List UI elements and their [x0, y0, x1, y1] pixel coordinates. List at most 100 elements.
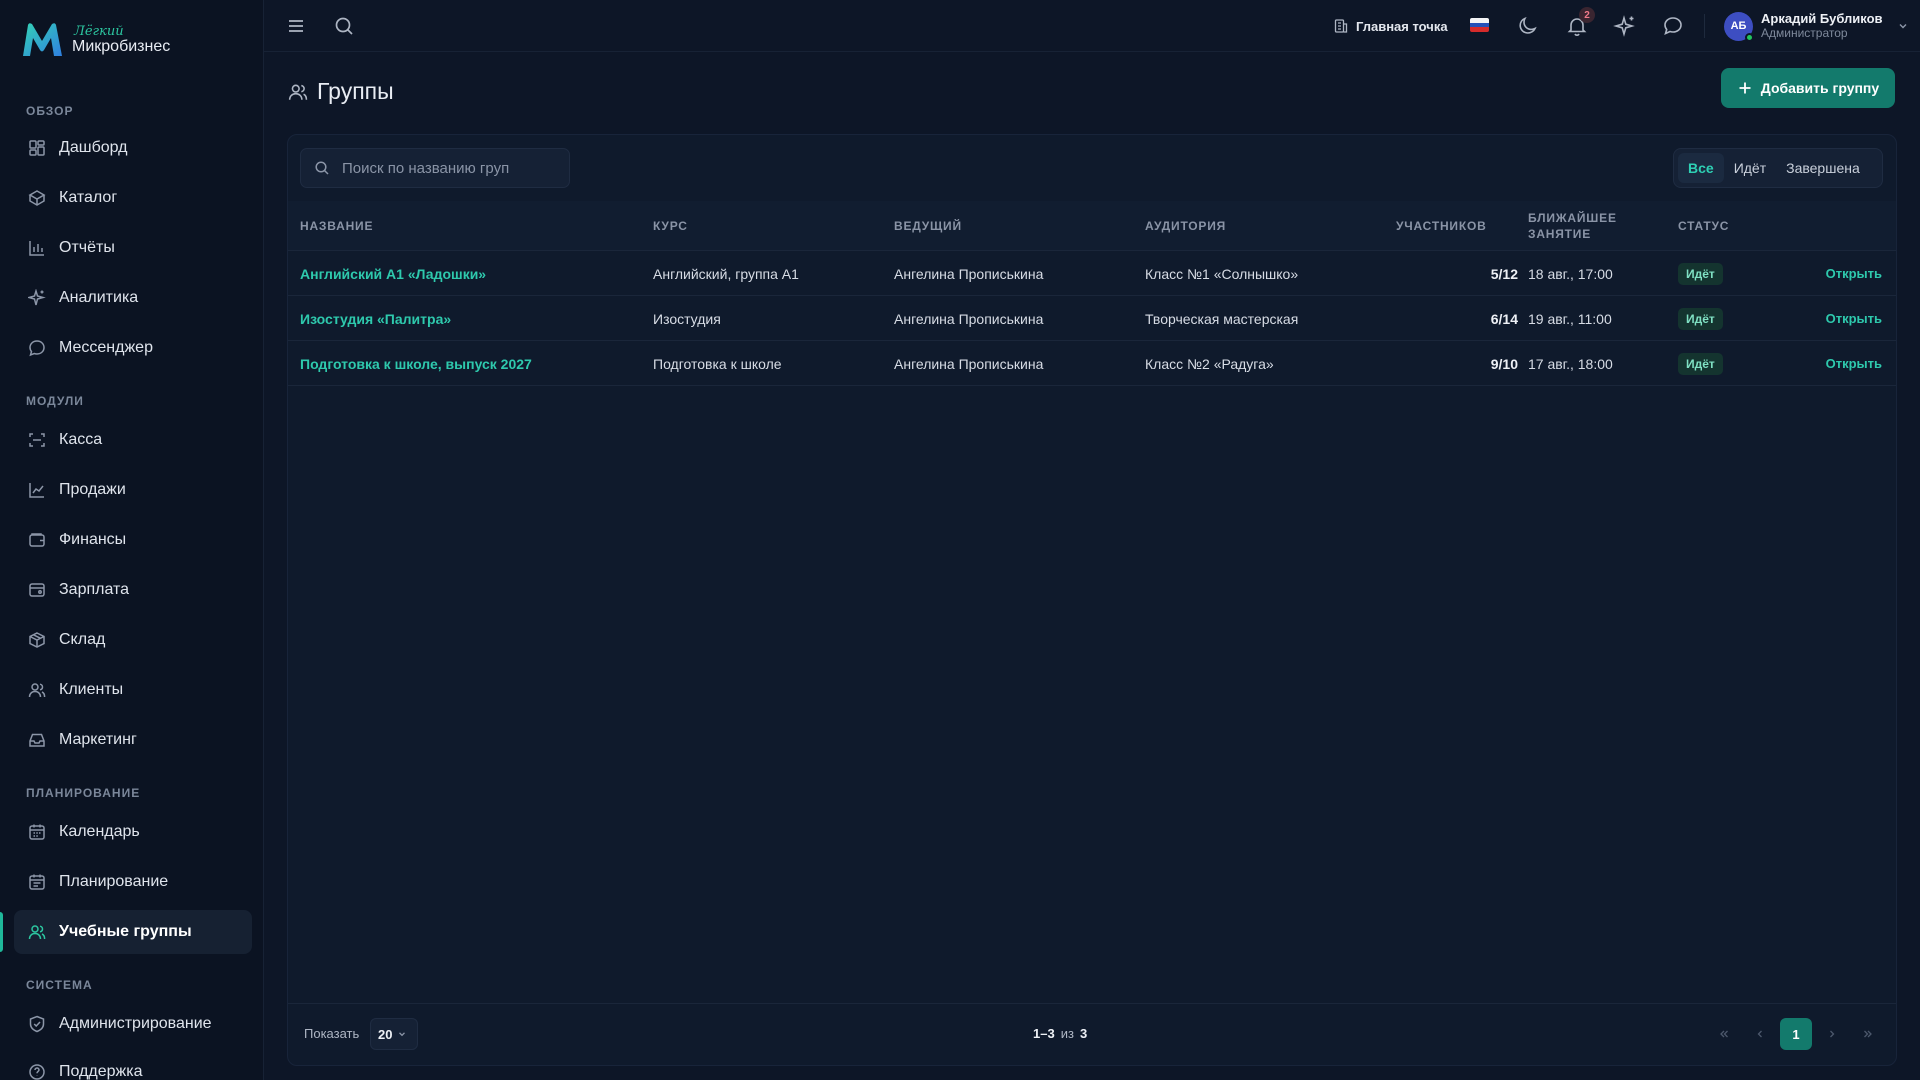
sidebar-item-finance[interactable]: Финансы — [14, 518, 252, 562]
sidebar-item-warehouse[interactable]: Склад — [14, 618, 252, 662]
filter-in-progress[interactable]: Идёт — [1724, 153, 1776, 183]
catalog-icon — [28, 190, 46, 206]
last-page-button[interactable] — [1852, 1018, 1884, 1050]
first-page-button[interactable] — [1708, 1018, 1740, 1050]
search-input[interactable] — [342, 159, 562, 177]
chevrons-right-icon — [1864, 1030, 1872, 1038]
location-selector[interactable]: Главная точка — [1333, 16, 1448, 36]
chevrons-left-icon — [1720, 1030, 1728, 1038]
group-participants: 5/12 — [1490, 265, 1518, 282]
shield-icon — [29, 1015, 45, 1033]
filter-finished[interactable]: Завершена — [1776, 153, 1870, 183]
group-name-link[interactable]: Английский А1 «Ладошки» — [300, 251, 486, 296]
sidebar-item-label: Клиенты — [59, 681, 124, 698]
group-teacher: Ангелина Прописькина — [894, 310, 1044, 327]
box-icon — [29, 632, 45, 648]
column-header-next-lesson[interactable]: БЛИЖАЙШЕЕ ЗАНЯТИЕ — [1528, 201, 1617, 251]
avatar-initials: АБ — [1730, 20, 1747, 32]
sidebar-item-support[interactable]: Поддержка — [14, 1050, 252, 1080]
user-menu[interactable]: АБ Аркадий Бубликов Администратор — [1724, 10, 1909, 42]
filter-all[interactable]: Все — [1678, 153, 1724, 183]
chevron-left-icon — [1757, 1030, 1762, 1038]
status-badge: Идёт — [1678, 307, 1723, 330]
chat-icon — [29, 340, 45, 357]
group-next-lesson: 19 авг., 11:00 — [1528, 310, 1612, 327]
sidebar-item-clients[interactable]: Клиенты — [14, 668, 252, 712]
status-cell: Идёт — [1678, 341, 1723, 386]
sidebar-item-messenger[interactable]: Мессенджер — [14, 326, 252, 370]
page-button-current[interactable]: 1 — [1780, 1018, 1812, 1050]
sidebar-item-calendar[interactable]: Календарь — [14, 810, 252, 854]
group-room: Класс №2 «Радуга» — [1145, 355, 1274, 372]
messages-button[interactable] — [1661, 14, 1685, 38]
column-header-teacher[interactable]: ВЕДУЩИЙ — [894, 201, 962, 251]
help-icon — [29, 1064, 45, 1080]
group-name-link[interactable]: Изостудия «Палитра» — [300, 296, 451, 341]
sidebar-item-planning[interactable]: Планирование — [14, 860, 252, 904]
avatar: АБ — [1724, 11, 1754, 42]
group-name-link[interactable]: Подготовка к школе, выпуск 2027 — [300, 341, 532, 386]
open-group-link[interactable]: Открыть — [1788, 341, 1882, 386]
group-teacher: Ангелина Прописькина — [894, 355, 1044, 372]
add-group-button[interactable]: Добавить группу — [1721, 68, 1895, 108]
column-header-next-line2: ЗАНЯТИЕ — [1528, 227, 1592, 241]
sidebar-item-label: Учебные группы — [59, 923, 192, 940]
sidebar-item-label: Отчёты — [59, 239, 115, 256]
page-size-select[interactable]: 20 — [370, 1018, 418, 1050]
sidebar-item-label: Календарь — [59, 823, 140, 840]
group-course: Подготовка к школе — [653, 355, 782, 372]
column-header-name[interactable]: НАЗВАНИЕ — [300, 201, 373, 251]
table-row[interactable]: Изостудия «Палитра» Изостудия Ангелина П… — [288, 296, 1896, 341]
next-page-button[interactable] — [1816, 1018, 1848, 1050]
building-icon — [1334, 19, 1348, 33]
ai-assistant-button[interactable] — [1613, 14, 1637, 38]
nav-section-planning: Планирование — [26, 786, 141, 800]
group-course: Английский, группа А1 — [653, 265, 799, 282]
chevron-down-icon — [1899, 24, 1907, 29]
brand-name: Микробизнес — [72, 38, 171, 55]
range-total: 3 — [1079, 1026, 1088, 1041]
open-group-link[interactable]: Открыть — [1788, 296, 1882, 341]
open-group-link[interactable]: Открыть — [1788, 251, 1882, 296]
sidebar-item-label: Каталог — [59, 189, 118, 206]
prev-page-button[interactable] — [1744, 1018, 1776, 1050]
range-value: 1–3 — [1033, 1026, 1055, 1041]
search-box[interactable] — [300, 148, 570, 188]
sidebar-item-label: Зарплата — [59, 581, 130, 598]
sidebar-item-dashboard[interactable]: Дашборд — [14, 126, 252, 170]
status-badge: Идёт — [1678, 262, 1723, 285]
table-row[interactable]: Английский А1 «Ладошки» Английский, груп… — [288, 251, 1896, 296]
brand-logo[interactable]: Лёгкий Микробизнес — [20, 20, 170, 60]
page-size-label: Показать — [304, 1026, 360, 1041]
location-label: Главная точка — [1356, 18, 1448, 34]
language-flag-ru[interactable] — [1470, 18, 1489, 32]
logo-mark-icon — [23, 23, 62, 56]
menu-toggle-button[interactable] — [284, 14, 308, 38]
calendar-icon — [29, 874, 45, 890]
sidebar-item-reports[interactable]: Отчёты — [14, 226, 252, 270]
column-header-room[interactable]: АУДИТОРИЯ — [1145, 201, 1226, 251]
table-row[interactable]: Подготовка к школе, выпуск 2027 Подготов… — [288, 341, 1896, 386]
moon-icon — [1519, 16, 1537, 34]
sidebar-item-analytics[interactable]: Аналитика — [14, 276, 252, 320]
sidebar-item-cashier[interactable]: Касса — [14, 418, 252, 462]
sidebar-item-admin[interactable]: Администрирование — [14, 1002, 252, 1046]
sidebar-item-salary[interactable]: Зарплата — [14, 568, 252, 612]
sidebar-item-sales[interactable]: Продажи — [14, 468, 252, 512]
chevron-right-icon — [1830, 1030, 1835, 1038]
sidebar-item-label: Касса — [59, 431, 103, 448]
column-header-status[interactable]: СТАТУС — [1678, 201, 1729, 251]
sparkle-icon — [1613, 15, 1635, 37]
column-header-course[interactable]: КУРС — [653, 201, 688, 251]
brand-small: Лёгкий — [74, 24, 124, 39]
column-header-participants[interactable]: УЧАСТНИКОВ — [1396, 201, 1487, 251]
global-search-button[interactable] — [332, 14, 356, 38]
theme-toggle-button[interactable] — [1517, 14, 1541, 38]
sidebar-item-study-groups[interactable]: Учебные группы — [14, 910, 252, 954]
sidebar-item-marketing[interactable]: Маркетинг — [14, 718, 252, 762]
sidebar-item-label: Финансы — [59, 531, 127, 548]
user-info: Аркадий Бубликов Администратор — [1761, 11, 1883, 41]
sidebar-item-catalog[interactable]: Каталог — [14, 176, 252, 220]
sidebar-item-label: Склад — [59, 631, 106, 648]
trend-icon — [29, 483, 44, 498]
